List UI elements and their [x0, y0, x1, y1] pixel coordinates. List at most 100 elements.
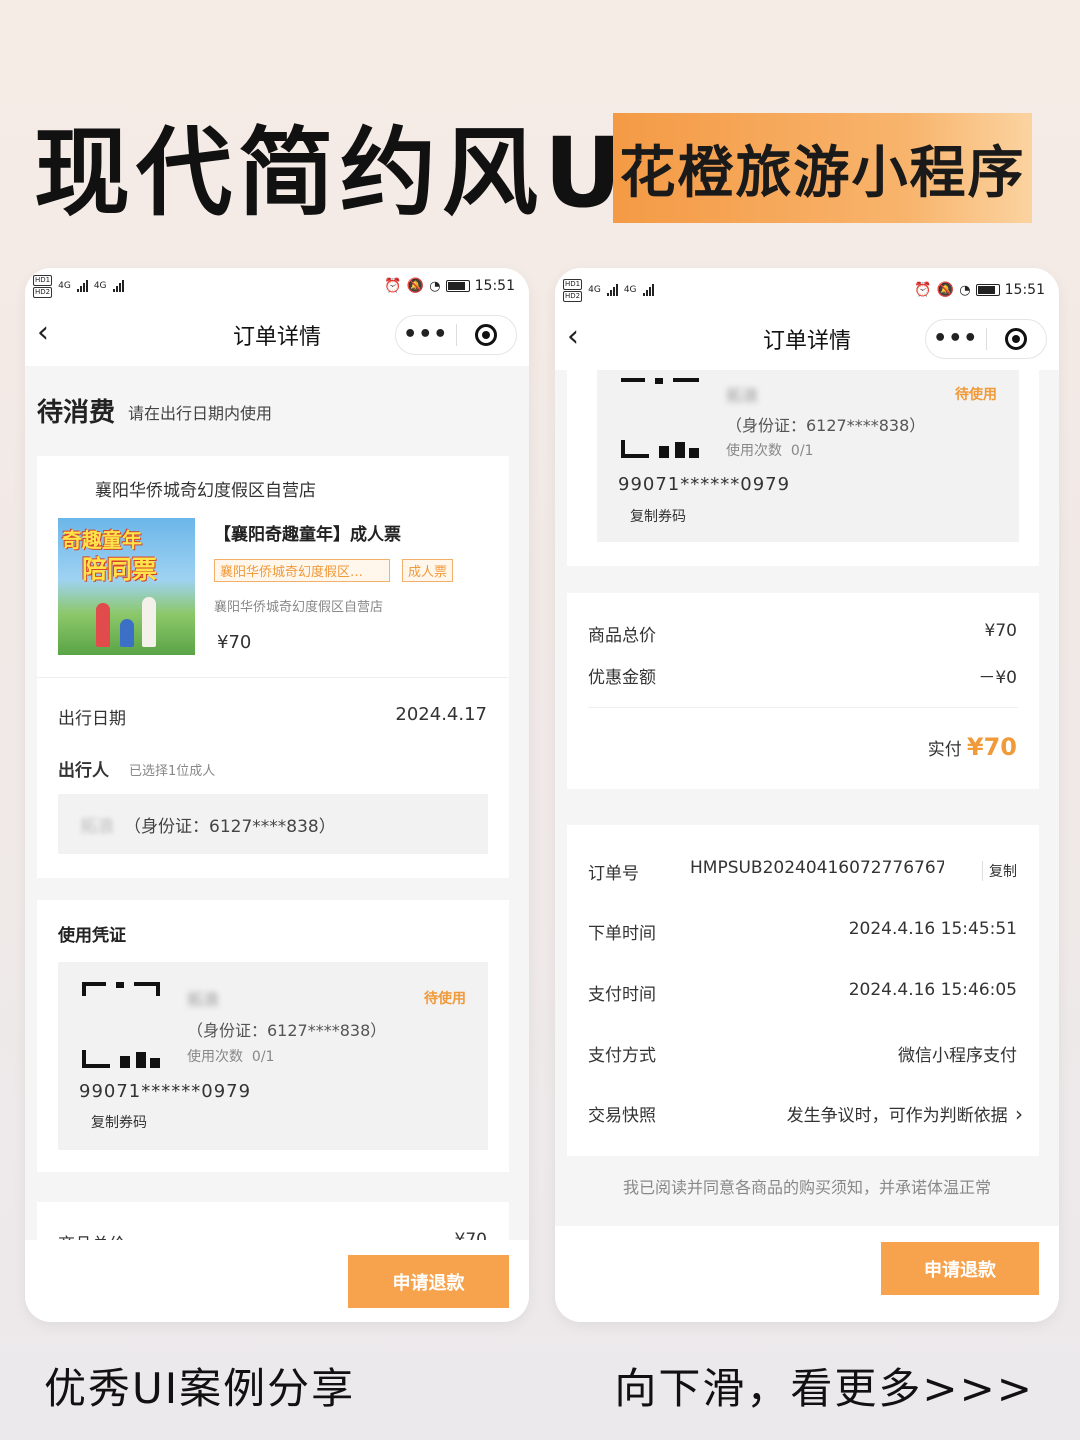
net-label-2: 4G	[623, 285, 637, 295]
voucher-card: 使用凭证 拓浪 （身份证：6127****838） 使用次数 0/1 待使用 9…	[37, 900, 509, 1172]
traveler-name: 拓浪	[80, 816, 114, 837]
qr-code-bottom-icon[interactable]	[621, 440, 701, 458]
copy-code-button[interactable]: 复制券码	[630, 506, 686, 526]
figure-mother	[96, 603, 110, 647]
battery-icon	[975, 284, 1000, 296]
order-no-label: 订单号	[588, 864, 639, 884]
qr-code-bottom-icon[interactable]	[82, 1050, 162, 1068]
voucher-uses-label: 使用次数	[187, 1049, 243, 1065]
divider	[37, 677, 509, 678]
total-price-value: ¥70	[984, 621, 1017, 641]
status-bar: HD1 HD2 4G 4G ⏰ 🔕 ◔ 15:51	[555, 268, 1059, 308]
voucher-id: （身份证：6127****838）	[187, 1021, 387, 1040]
order-no-value: HMPSUB20240416072776767	[690, 858, 944, 878]
phone-left: HD1 HD2 4G 4G ⏰ 🔕 ◔ 15:51 ‹ 订单详情 ••• 待消费…	[25, 268, 529, 1322]
page-title: 订单详情	[232, 325, 321, 350]
figure-father	[142, 597, 156, 647]
voucher-id: （身份证：6127****838）	[726, 416, 926, 435]
signal-icon	[606, 284, 618, 296]
product-store: 襄阳华侨城奇幻度假区自营店	[214, 600, 384, 615]
created-time-label: 下单时间	[588, 924, 656, 944]
nav-bar: ‹ 订单详情 •••	[25, 304, 529, 366]
mini-program-capsule: •••	[925, 319, 1047, 359]
hd1-label: HD1	[33, 274, 53, 286]
voucher-uses-value: 0/1	[790, 443, 814, 459]
hd1-label: HD1	[563, 278, 583, 290]
wifi-icon: ◔	[959, 282, 971, 298]
discount-value: －¥0	[978, 668, 1017, 688]
page-title: 订单详情	[762, 329, 851, 354]
voucher-status-badge: 待使用	[955, 387, 997, 403]
net-label: 4G	[588, 285, 601, 295]
store-name[interactable]: 襄阳华侨城奇幻度假区自营店	[95, 476, 316, 501]
product-thumbnail[interactable]: 奇趣童年 陪同票	[58, 518, 195, 655]
snapshot-link[interactable]: 发生争议时，可作为判断依据 ›	[787, 1101, 1023, 1126]
snapshot-value: 发生争议时，可作为判断依据	[786, 1106, 1008, 1126]
status-right: ⏰ 🔕 ◔ 15:51	[914, 282, 1045, 298]
order-status-title: 待消费	[37, 398, 116, 428]
tag-venue: 襄阳华侨城奇幻度假区…	[214, 559, 390, 582]
back-icon[interactable]: ‹	[37, 318, 49, 348]
order-info-card: 订单号 HMPSUB20240416072776767 复制 下单时间 2024…	[567, 825, 1039, 1156]
traveler-id: （身份证：6127****838）	[124, 816, 336, 837]
payment-method-value: 微信小程序支付	[898, 1046, 1017, 1066]
more-icon[interactable]: •••	[396, 324, 456, 346]
signal-icon-2	[642, 284, 654, 296]
copy-code-button[interactable]: 复制券码	[91, 1112, 147, 1132]
paid-amount: 实付 ¥70	[928, 733, 1017, 761]
close-mini-program-button[interactable]	[457, 324, 517, 346]
thumb-text-1: 奇趣童年	[62, 528, 142, 552]
target-icon	[1005, 328, 1028, 350]
qr-code-icon[interactable]	[621, 378, 701, 392]
paid-time-value: 2024.4.16 15:46:05	[848, 980, 1017, 1000]
signal-group: HD1 HD2 4G 4G	[563, 278, 654, 302]
back-icon[interactable]: ‹	[567, 322, 579, 352]
footer-right-caption: 向下滑，看更多>>>	[614, 1364, 1034, 1413]
travel-date-label: 出行日期	[58, 709, 126, 729]
tag-ticket-type: 成人票	[402, 559, 454, 582]
voucher-item: 拓浪 （身份证：6127****838） 使用次数 0/1 待使用 99071*…	[597, 370, 1019, 542]
snapshot-label: 交易快照	[588, 1106, 656, 1126]
more-icon[interactable]: •••	[926, 328, 986, 350]
mini-program-capsule: •••	[395, 315, 517, 355]
bottom-action-bar: 申请退款	[555, 1226, 1059, 1322]
payment-method-label: 支付方式	[588, 1046, 656, 1066]
price-card: 商品总价 ¥70 优惠金额 －¥0 实付 ¥70	[567, 593, 1039, 789]
wifi-icon: ◔	[429, 278, 441, 294]
voucher-item: 拓浪 （身份证：6127****838） 使用次数 0/1 待使用 99071*…	[58, 962, 488, 1150]
copy-order-button[interactable]: 复制	[982, 861, 1017, 881]
voucher-holder: 拓浪	[187, 990, 220, 1009]
product-name: 【襄阳奇趣童年】成人票	[214, 525, 401, 545]
voucher-uses-value: 0/1	[251, 1049, 275, 1065]
thumb-text-2: 陪同票	[82, 555, 158, 584]
clock-time: 15:51	[1004, 282, 1045, 298]
paid-label: 实付	[927, 740, 962, 760]
hd2-label: HD2	[33, 286, 53, 298]
alarm-icon: ⏰	[914, 282, 932, 298]
chevron-right-icon: ›	[1015, 1102, 1023, 1126]
alarm-icon: ⏰	[384, 278, 402, 294]
refund-button[interactable]: 申请退款	[348, 1255, 509, 1308]
close-mini-program-button[interactable]	[987, 328, 1047, 350]
qr-code-icon[interactable]	[82, 982, 162, 996]
signal-icon	[76, 280, 88, 292]
discount-label: 优惠金额	[588, 668, 656, 688]
created-time-value: 2024.4.16 15:45:51	[848, 919, 1017, 939]
order-status-subtitle: 请在出行日期内使用	[128, 404, 273, 423]
refund-button[interactable]: 申请退款	[881, 1242, 1039, 1295]
signal-group: HD1 HD2 4G 4G	[33, 274, 124, 298]
voucher-status-badge: 待使用	[424, 991, 466, 1007]
voucher-code: 99071******0979	[79, 1081, 252, 1102]
agreement-text[interactable]: 我已阅读并同意各商品的购买须知，并承诺体温正常	[555, 1174, 1059, 1198]
price-summary-peek: 商品总价 ¥70	[37, 1202, 509, 1242]
voucher-uses-label: 使用次数	[726, 443, 782, 459]
product-price: ¥70	[217, 632, 252, 653]
traveler-label: 出行人	[58, 761, 109, 781]
total-price-label: 商品总价	[588, 626, 656, 646]
product-card: 襄阳华侨城奇幻度假区自营店 奇趣童年 陪同票 【襄阳奇趣童年】成人票 襄阳华侨城…	[37, 456, 509, 878]
mute-icon: 🔕	[406, 278, 425, 294]
figure-child	[120, 619, 134, 647]
footer-left-caption: 优秀UI案例分享	[44, 1364, 356, 1413]
voucher-code: 99071******0979	[618, 474, 791, 495]
travel-date-value: 2024.4.17	[395, 704, 487, 725]
